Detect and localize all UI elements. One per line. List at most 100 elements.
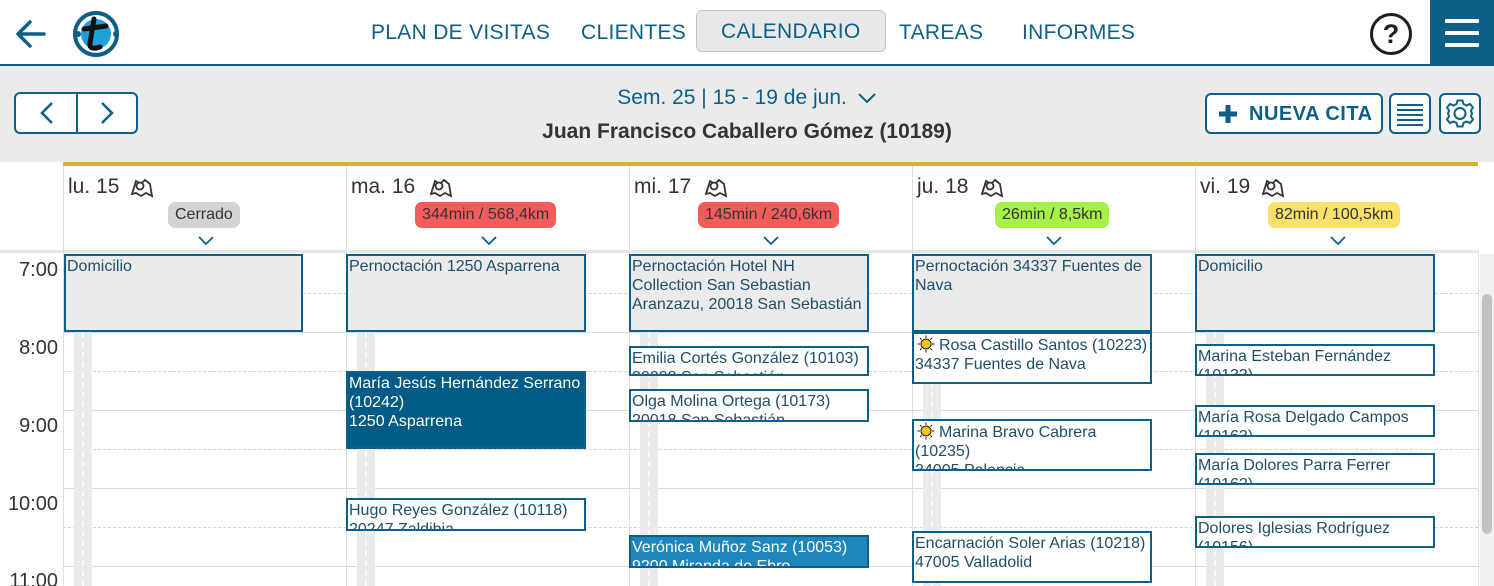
hour-label: 10:00: [7, 493, 58, 515]
header-separator: [0, 250, 1478, 253]
event-card[interactable]: Emilia Cortés González (10103) 20008 San…: [629, 346, 869, 376]
chevron-down-icon[interactable]: [1329, 234, 1347, 246]
event-card[interactable]: Marina Bravo Cabrera (10235) 34005 Palen…: [912, 419, 1152, 471]
event-title: Pernoctación Hotel NH Collection San Seb…: [632, 258, 862, 313]
event-card[interactable]: Encarnación Soler Arias (10218) 47005 Va…: [912, 531, 1152, 583]
hour-label: 11:00: [9, 570, 58, 586]
event-title: Pernoctación 1250 Asparrena: [349, 258, 560, 275]
chevron-down-icon: [858, 93, 876, 104]
nav-tareas[interactable]: TAREAS: [899, 10, 983, 52]
week-label: Sem. 25 | 15 - 19 de jun.: [617, 86, 847, 109]
event-title: Domicilio: [1198, 258, 1263, 275]
app-logo[interactable]: [70, 9, 122, 59]
event-card[interactable]: María Jesús Hernández Serrano (10242) 12…: [346, 371, 586, 449]
availability-strip: [74, 332, 92, 586]
event-card[interactable]: Domicilio: [1195, 254, 1435, 332]
day-label: ju. 18: [917, 175, 969, 198]
event-client: María Dolores Parra Ferrer (10162): [1198, 457, 1391, 485]
map-search-icon[interactable]: [429, 176, 453, 198]
hour-line: [63, 332, 1478, 333]
sun-icon: [917, 335, 935, 353]
event-client: María Jesús Hernández Serrano (10242): [349, 375, 581, 411]
event-client: Olga Molina Ortega (10173): [632, 393, 831, 410]
event-address: 9200 Miranda de Ebro: [632, 558, 791, 568]
event-address: 20018 San Sebastián: [632, 412, 786, 422]
plus-icon: [1219, 105, 1237, 123]
event-address: 34337 Fuentes de Nava: [915, 356, 1086, 373]
help-button[interactable]: ?: [1370, 13, 1412, 55]
event-card[interactable]: Domicilio: [64, 254, 303, 332]
event-card[interactable]: Dolores Iglesias Rodríguez (10156): [1195, 516, 1435, 548]
list-view-icon[interactable]: [1389, 93, 1431, 134]
event-card[interactable]: Pernoctación Hotel NH Collection San Seb…: [629, 254, 869, 332]
top-bar: PLAN DE VISITAS CLIENTES CALENDARIO TARE…: [0, 0, 1494, 66]
event-address: 20008 San Sebastián: [632, 368, 866, 374]
column-line: [1478, 250, 1479, 586]
event-card[interactable]: Hugo Reyes González (10118) 20247 Zaldib…: [346, 498, 586, 531]
event-client: Rosa Castillo Santos (10223): [939, 337, 1148, 354]
event-address: 1250 Asparrena: [349, 413, 462, 430]
event-client: Dolores Iglesias Rodríguez (10156): [1198, 520, 1391, 548]
day-label: vi. 19: [1200, 175, 1251, 198]
back-arrow-icon[interactable]: [12, 14, 52, 54]
map-search-icon[interactable]: [1261, 176, 1285, 198]
nav-plan-de-visitas[interactable]: PLAN DE VISITAS: [371, 10, 550, 52]
event-client: Verónica Muñoz Sanz (10053): [632, 539, 848, 556]
half-hour-line: [63, 449, 1478, 450]
event-client: Emilia Cortés González (10103): [632, 350, 859, 367]
day-label: mi. 17: [634, 175, 692, 198]
day-route-badge: 26min / 8,5km: [995, 202, 1110, 228]
calendar-header: Sem. 25 | 15 - 19 de jun. Juan Francisco…: [0, 66, 1494, 162]
event-address: 47005 Valladolid: [915, 554, 1033, 571]
day-label: ma. 16: [351, 175, 416, 198]
event-client: Marina Esteban Fernández (10133): [1198, 348, 1391, 376]
event-card[interactable]: María Rosa Delgado Campos (10163): [1195, 405, 1435, 437]
day-status-badge: Cerrado: [168, 202, 240, 228]
event-title: Pernoctación 34337 Fuentes de Nava: [915, 258, 1142, 294]
hour-label: 7:00: [19, 259, 58, 281]
day-header-thursday[interactable]: ju. 18 26min / 8,5km: [912, 166, 1195, 250]
nav-calendario[interactable]: CALENDARIO: [696, 10, 886, 52]
scrollbar-thumb[interactable]: [1482, 294, 1492, 534]
map-search-icon[interactable]: [130, 176, 154, 198]
map-search-icon[interactable]: [704, 176, 728, 198]
event-card[interactable]: Verónica Muñoz Sanz (10053) 9200 Miranda…: [629, 535, 869, 568]
event-card[interactable]: María Dolores Parra Ferrer (10162): [1195, 453, 1435, 485]
day-route-badge: 145min / 240,6km: [698, 202, 840, 228]
event-address: 20247 Zaldibia: [349, 521, 454, 531]
event-client: Marina Bravo Cabrera (10235): [915, 424, 1097, 460]
hour-label: 8:00: [19, 337, 58, 359]
event-card[interactable]: Rosa Castillo Santos (10223) 34337 Fuent…: [912, 332, 1152, 384]
chevron-down-icon[interactable]: [762, 234, 780, 246]
nav-clientes[interactable]: CLIENTES: [581, 10, 686, 52]
week-calendar: lu. 15 Cerrado ma. 16 344min / 568,4km m…: [0, 162, 1494, 586]
chevron-down-icon[interactable]: [1045, 234, 1063, 246]
sun-icon: [917, 422, 935, 440]
event-title: Domicilio: [67, 258, 132, 275]
day-route-badge: 82min / 100,5km: [1268, 202, 1401, 228]
settings-gear-icon[interactable]: [1439, 93, 1481, 134]
hamburger-menu-icon[interactable]: [1430, 0, 1494, 66]
event-card[interactable]: Marina Esteban Fernández (10133): [1195, 344, 1435, 376]
new-appointment-label: NUEVA CITA: [1249, 103, 1373, 125]
hour-label: 9:00: [19, 415, 58, 437]
day-header-tuesday[interactable]: ma. 16 344min / 568,4km: [346, 166, 629, 250]
event-client: María Rosa Delgado Campos (10163): [1198, 409, 1409, 437]
event-client: Encarnación Soler Arias (10218): [915, 535, 1146, 552]
event-card[interactable]: Pernoctación 1250 Asparrena: [346, 254, 586, 332]
day-header-wednesday[interactable]: mi. 17 145min / 240,6km: [629, 166, 912, 250]
event-address: 34005 Palencia: [915, 462, 1026, 471]
day-header-friday[interactable]: vi. 19 82min / 100,5km: [1195, 166, 1478, 250]
event-card[interactable]: Pernoctación 34337 Fuentes de Nava: [912, 254, 1152, 332]
map-search-icon[interactable]: [980, 176, 1004, 198]
nav-informes[interactable]: INFORMES: [1022, 10, 1135, 52]
day-header-monday[interactable]: lu. 15 Cerrado: [63, 166, 346, 250]
chevron-down-icon[interactable]: [197, 234, 215, 246]
hour-line: [63, 488, 1478, 489]
day-route-badge: 344min / 568,4km: [415, 202, 557, 228]
new-appointment-button[interactable]: NUEVA CITA: [1205, 93, 1383, 134]
chevron-down-icon[interactable]: [480, 234, 498, 246]
calendar-scrollbar[interactable]: [1480, 254, 1494, 586]
event-client: Hugo Reyes González (10118): [349, 502, 568, 519]
event-card[interactable]: Olga Molina Ortega (10173) 20018 San Seb…: [629, 389, 869, 422]
